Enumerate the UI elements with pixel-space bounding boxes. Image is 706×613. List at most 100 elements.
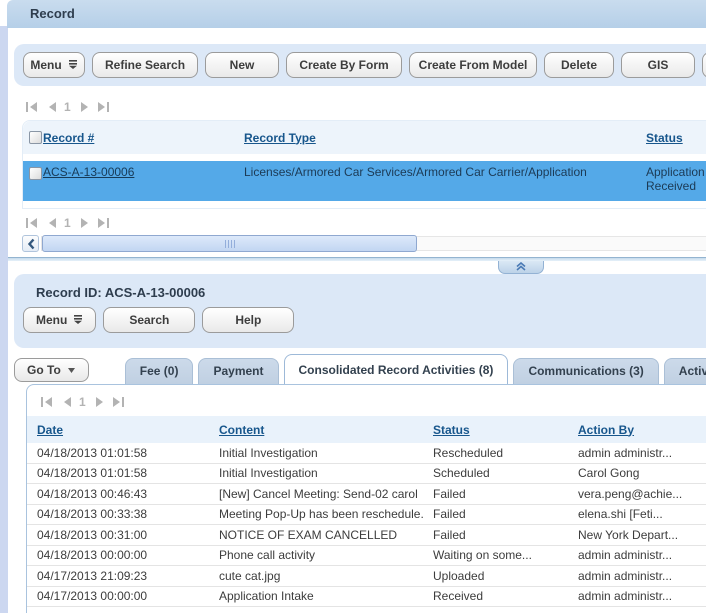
row-checkbox[interactable]	[29, 167, 42, 180]
scroll-left-button[interactable]	[22, 235, 39, 252]
cell-status: Failed	[423, 528, 568, 542]
cell-action-by: Carol Gong	[568, 466, 706, 480]
column-record-number[interactable]: Record #	[43, 131, 94, 145]
column-date[interactable]: Date	[37, 423, 63, 437]
cell-action-by: admin administr...	[568, 569, 706, 583]
tab-consolidated-record-activities[interactable]: Consolidated Record Activities (8)	[284, 354, 509, 384]
record-type-cell: Licenses/Armored Car Services/Armored Ca…	[244, 165, 646, 197]
next-page-icon[interactable]	[78, 101, 90, 113]
last-page-icon[interactable]	[112, 396, 126, 408]
clipped-button[interactable]: C	[702, 52, 706, 78]
cell-content: Initial Investigation	[209, 446, 423, 460]
table-row[interactable]: 04/18/2013 00:00:00 Phone call activity …	[27, 546, 706, 567]
create-from-model-button[interactable]: Create From Model	[409, 52, 537, 78]
record-window: Record Menu Refine Search New Create By …	[0, 0, 706, 613]
last-page-icon[interactable]	[97, 101, 111, 113]
cell-action-by: New York Depart...	[568, 528, 706, 542]
column-status[interactable]: Status	[433, 423, 470, 437]
records-pagination-bottom: 1	[24, 216, 111, 230]
tab-activities[interactable]: Activities (1)	[664, 358, 706, 384]
record-row-selected[interactable]: ACS-A-13-00006 Licenses/Armored Car Serv…	[23, 161, 706, 201]
detail-menu-label: Menu	[36, 313, 67, 327]
cell-content: NOTICE OF EXAM CANCELLED	[209, 528, 423, 542]
column-content[interactable]: Content	[219, 423, 264, 437]
cell-action-by: admin administr...	[568, 589, 706, 603]
table-row[interactable]: 04/18/2013 01:01:58 Initial Investigatio…	[27, 464, 706, 485]
cell-date: 04/18/2013 00:31:00	[27, 528, 209, 542]
page-number: 1	[64, 100, 71, 114]
activities-panel: 1 Date Content Status Action By 04/18/20…	[26, 384, 706, 613]
record-number-link[interactable]: ACS-A-13-00006	[43, 165, 134, 179]
activities-table-header: Date Content Status Action By	[27, 416, 706, 443]
page-number: 1	[64, 216, 71, 230]
delete-button[interactable]: Delete	[544, 52, 614, 78]
first-page-icon[interactable]	[24, 101, 38, 113]
records-pagination-top: 1	[24, 100, 111, 114]
menu-button[interactable]: Menu	[23, 52, 85, 78]
record-id-title: Record ID: ACS-A-13-00006	[14, 274, 706, 300]
cell-date: 04/18/2013 01:01:58	[27, 466, 209, 480]
column-status[interactable]: Status	[646, 131, 683, 145]
table-row[interactable]: 04/18/2013 00:46:43 [New] Cancel Meeting…	[27, 484, 706, 505]
last-page-icon[interactable]	[97, 217, 111, 229]
record-detail-panel: Record ID: ACS-A-13-00006 Menu Search He…	[14, 274, 706, 348]
search-button[interactable]: Search	[103, 307, 195, 333]
first-page-icon[interactable]	[24, 217, 38, 229]
table-row[interactable]: 04/18/2013 00:33:38 Meeting Pop-Up has b…	[27, 505, 706, 526]
chevron-up-icon	[515, 260, 527, 274]
column-action-by[interactable]: Action By	[578, 423, 634, 437]
cell-status: Failed	[423, 507, 568, 521]
cell-date: 04/18/2013 00:00:00	[27, 548, 209, 562]
create-by-form-button[interactable]: Create By Form	[286, 52, 402, 78]
detail-toolbar: Menu Search Help	[23, 307, 706, 333]
header-checkbox[interactable]	[29, 131, 42, 144]
detail-menu-button[interactable]: Menu	[23, 307, 96, 333]
tab-fee[interactable]: Fee (0)	[125, 358, 194, 384]
record-toolbar: Menu Refine Search New Create By Form Cr…	[14, 44, 706, 86]
prev-page-icon[interactable]	[60, 396, 72, 408]
goto-dropdown-icon	[67, 363, 76, 377]
tab-payment[interactable]: Payment	[198, 358, 278, 384]
left-edge-strip	[0, 26, 8, 613]
table-row[interactable]: 04/18/2013 00:31:00 NOTICE OF EXAM CANCE…	[27, 525, 706, 546]
main-content: Menu Refine Search New Create By Form Cr…	[8, 28, 706, 613]
cell-content: Application Intake	[209, 589, 423, 603]
tab-communications[interactable]: Communications (3)	[513, 358, 658, 384]
prev-page-icon[interactable]	[45, 217, 57, 229]
cell-status: Failed	[423, 487, 568, 501]
cell-status: Rescheduled	[423, 446, 568, 460]
goto-button[interactable]: Go To	[14, 358, 89, 382]
activities-table: Date Content Status Action By 04/18/2013…	[27, 416, 706, 607]
cell-content: Initial Investigation	[209, 466, 423, 480]
scrollbar-thumb[interactable]	[42, 235, 417, 252]
page-number: 1	[79, 395, 86, 409]
page-title: Record	[7, 0, 706, 28]
table-row[interactable]: 04/17/2013 21:09:23 cute cat.jpg Uploade…	[27, 566, 706, 587]
menu-button-label: Menu	[30, 58, 61, 72]
help-button[interactable]: Help	[202, 307, 294, 333]
table-row[interactable]: 04/17/2013 00:00:00 Application Intake R…	[27, 587, 706, 608]
next-page-icon[interactable]	[78, 217, 90, 229]
table-spacer	[23, 154, 706, 161]
activities-pagination: 1	[39, 395, 706, 409]
cell-date: 04/17/2013 00:00:00	[27, 589, 209, 603]
cell-action-by: elena.shi [Feti...	[568, 507, 706, 521]
gis-button[interactable]: GIS	[621, 52, 695, 78]
table-row[interactable]: 04/18/2013 01:01:58 Initial Investigatio…	[27, 443, 706, 464]
first-page-icon[interactable]	[39, 396, 53, 408]
column-record-type[interactable]: Record Type	[244, 131, 316, 145]
goto-button-label: Go To	[27, 363, 61, 377]
horizontal-scrollbar	[22, 235, 706, 252]
table-bottom-edge	[23, 201, 706, 208]
prev-page-icon[interactable]	[45, 101, 57, 113]
refine-search-button[interactable]: Refine Search	[92, 52, 198, 78]
cell-status: Waiting on some...	[423, 548, 568, 562]
cell-status: Received	[423, 589, 568, 603]
collapse-panel-button[interactable]	[498, 261, 544, 274]
cell-action-by: admin administr...	[568, 446, 706, 460]
records-table: Record # Record Type Status ACS-A-13-000…	[22, 120, 706, 209]
cell-content: Phone call activity	[209, 548, 423, 562]
cell-date: 04/18/2013 01:01:58	[27, 446, 209, 460]
next-page-icon[interactable]	[93, 396, 105, 408]
new-button[interactable]: New	[205, 52, 279, 78]
